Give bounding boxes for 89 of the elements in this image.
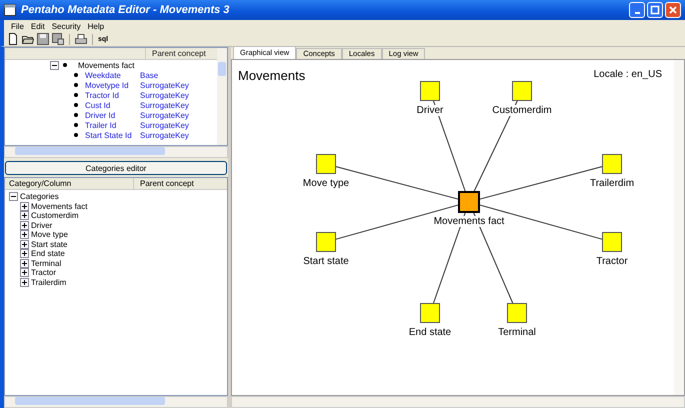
menu-item[interactable]: Help xyxy=(84,22,108,30)
vertical-scrollbar[interactable] xyxy=(674,60,684,395)
table-node[interactable] xyxy=(602,154,622,174)
open-folder-icon[interactable] xyxy=(22,33,34,45)
parent-concept: SurrogateKey xyxy=(140,100,189,110)
table-node[interactable] xyxy=(507,303,527,323)
tree-item[interactable]: Start State Id xyxy=(85,130,140,140)
new-file-icon[interactable] xyxy=(7,33,19,45)
tree-item[interactable]: Movements fact xyxy=(31,202,88,211)
horizontal-scrollbar[interactable] xyxy=(4,396,228,408)
save-icon[interactable] xyxy=(37,33,49,45)
locale-label: Locale : en_US xyxy=(594,69,662,80)
tree-item[interactable]: End state xyxy=(31,249,65,258)
bullet-icon xyxy=(63,63,67,67)
tree-item[interactable]: Driver xyxy=(31,220,52,230)
parent-concept: SurrogateKey xyxy=(140,130,189,140)
categories-editor-button[interactable]: Categories editor xyxy=(5,161,227,175)
tree-item[interactable]: Terminal xyxy=(31,258,62,268)
expand-icon[interactable] xyxy=(20,240,29,249)
menu-item[interactable]: Security xyxy=(48,22,84,30)
tree-item[interactable]: Driver Id xyxy=(85,110,140,120)
tree-item[interactable]: Tractor Id xyxy=(85,90,140,100)
maximize-button[interactable] xyxy=(647,2,663,18)
bullet-icon xyxy=(74,133,78,137)
close-button[interactable] xyxy=(665,2,681,18)
bullet-icon xyxy=(74,103,78,107)
expand-icon[interactable] xyxy=(20,249,29,258)
expand-icon[interactable] xyxy=(20,220,29,230)
tree-item[interactable]: Move type xyxy=(31,230,68,240)
window-title: Pentaho Metadata Editor - Movements 3 xyxy=(21,4,230,16)
close-icon xyxy=(668,5,678,15)
node-label: Driver xyxy=(416,105,444,116)
collapse-icon[interactable] xyxy=(9,192,18,202)
expand-icon[interactable] xyxy=(20,230,29,240)
expand-icon[interactable] xyxy=(20,268,29,278)
table-node[interactable] xyxy=(420,81,440,101)
tree-item[interactable]: Start state xyxy=(31,240,68,249)
parent-concept: SurrogateKey xyxy=(140,110,189,120)
bullet-icon xyxy=(74,93,78,97)
tree-item[interactable]: Cust Id xyxy=(85,100,140,110)
table-node[interactable] xyxy=(316,154,336,174)
minimize-icon xyxy=(634,12,640,14)
node-label: End state xyxy=(408,327,452,338)
maximize-icon xyxy=(650,5,660,15)
horizontal-scrollbar[interactable] xyxy=(231,396,685,408)
parent-concept: SurrogateKey xyxy=(140,120,189,130)
bullet-icon xyxy=(74,123,78,127)
parent-concept: SurrogateKey xyxy=(140,90,189,100)
node-label: Tractor xyxy=(595,256,629,267)
vertical-scrollbar[interactable] xyxy=(217,48,227,145)
minimize-button[interactable] xyxy=(629,2,645,18)
table-node[interactable] xyxy=(420,303,440,323)
diagram-title: Movements xyxy=(238,68,306,83)
tree-item[interactable]: Trailer Id xyxy=(85,120,140,130)
node-label: Movements fact xyxy=(432,216,506,227)
tree-item[interactable]: Weekdate xyxy=(85,70,140,80)
bullet-icon xyxy=(74,73,78,77)
window-icon xyxy=(4,4,16,16)
table-node[interactable] xyxy=(602,232,622,252)
node-label: Start state xyxy=(302,256,350,267)
parent-concept: SurrogateKey xyxy=(140,80,189,90)
column-header[interactable]: Parent concept xyxy=(134,178,194,189)
tree-item[interactable]: Movements fact xyxy=(78,60,134,70)
fact-table-node[interactable] xyxy=(458,191,480,213)
column-header[interactable]: Category/Column xyxy=(5,178,134,189)
parent-concept: Base xyxy=(140,70,158,80)
bullet-icon xyxy=(74,113,78,117)
expand-icon[interactable] xyxy=(20,211,29,220)
horizontal-scrollbar[interactable] xyxy=(4,146,228,158)
expand-icon[interactable] xyxy=(20,258,29,268)
node-label: Trailerdim xyxy=(588,178,636,189)
print-icon[interactable] xyxy=(75,33,87,45)
tree-item[interactable]: Customerdim xyxy=(31,211,79,220)
expand-icon[interactable] xyxy=(20,278,29,287)
tree-item[interactable]: Categories xyxy=(20,192,59,202)
node-label: Terminal xyxy=(497,327,537,338)
menu-item[interactable]: Edit xyxy=(28,22,48,30)
tree-item[interactable]: Movetype Id xyxy=(85,80,140,90)
bullet-icon xyxy=(74,83,78,87)
expand-icon[interactable] xyxy=(20,202,29,211)
table-node[interactable] xyxy=(512,81,532,101)
table-node[interactable] xyxy=(316,232,336,252)
tree-item[interactable]: Tractor xyxy=(31,268,56,278)
collapse-icon[interactable] xyxy=(50,60,59,70)
tree-item[interactable]: Trailerdim xyxy=(31,278,66,287)
node-label: Move type xyxy=(302,178,350,189)
node-label: Customerdim xyxy=(491,105,553,116)
menu-item[interactable]: File xyxy=(8,22,27,30)
save-as-icon[interactable] xyxy=(52,33,64,45)
